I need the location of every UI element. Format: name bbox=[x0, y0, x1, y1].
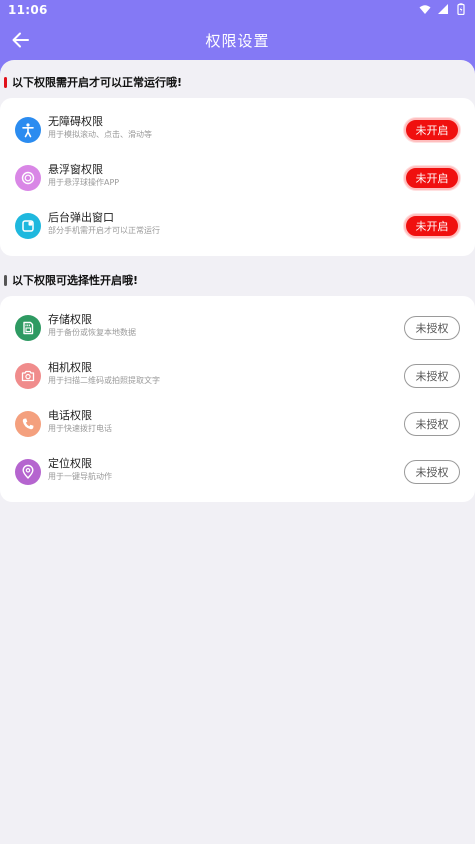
page-body: 以下权限需开启才可以正常运行哦! 无障碍权限 用于模拟滚动、点击、滑动等 未开启 bbox=[0, 60, 475, 844]
row-text: 定位权限 用于一键导航动作 bbox=[48, 456, 112, 483]
permission-description: 用于扫描二维码或拍照提取文字 bbox=[48, 376, 160, 385]
row-text: 后台弹出窗口 部分手机需开启才可以正常运行 bbox=[48, 210, 160, 237]
location-icon bbox=[15, 459, 41, 485]
permission-title: 电话权限 bbox=[48, 409, 92, 422]
permission-description: 用于模拟滚动、点击、滑动等 bbox=[48, 130, 152, 139]
enable-accessibility-button[interactable]: 未开启 bbox=[404, 118, 460, 142]
row-text: 无障碍权限 用于模拟滚动、点击、滑动等 bbox=[48, 114, 152, 141]
required-section-title: 以下权限需开启才可以正常运行哦! bbox=[12, 76, 183, 89]
floating-window-icon bbox=[15, 165, 41, 191]
background-popup-icon bbox=[15, 213, 41, 239]
phone-icon bbox=[15, 411, 41, 437]
authorize-phone-button[interactable]: 未授权 bbox=[404, 412, 460, 436]
list-item-background-popup: 后台弹出窗口 部分手机需开启才可以正常运行 未开启 bbox=[0, 202, 475, 250]
permission-description: 用于备份或恢复本地数据 bbox=[48, 328, 136, 337]
authorize-camera-button[interactable]: 未授权 bbox=[404, 364, 460, 388]
list-item-storage: 存储权限 用于备份或恢复本地数据 未授权 bbox=[0, 304, 475, 352]
enable-background-popup-button[interactable]: 未开启 bbox=[404, 214, 460, 238]
required-section-header: 以下权限需开启才可以正常运行哦! bbox=[4, 75, 182, 89]
list-item-location: 定位权限 用于一键导航动作 未授权 bbox=[0, 448, 475, 496]
status-icons bbox=[419, 3, 467, 15]
required-permissions-card: 无障碍权限 用于模拟滚动、点击、滑动等 未开启 悬浮窗权限 用于悬浮球操作APP… bbox=[0, 98, 475, 256]
permission-title: 后台弹出窗口 bbox=[48, 211, 114, 224]
list-item-accessibility: 无障碍权限 用于模拟滚动、点击、滑动等 未开启 bbox=[0, 106, 475, 154]
list-item-phone: 电话权限 用于快速拨打电话 未授权 bbox=[0, 400, 475, 448]
wifi-icon bbox=[419, 5, 431, 14]
page-title: 权限设置 bbox=[205, 32, 270, 50]
list-item-camera: 相机权限 用于扫描二维码或拍照提取文字 未授权 bbox=[0, 352, 475, 400]
list-item-floating-window: 悬浮窗权限 用于悬浮球操作APP 未开启 bbox=[0, 154, 475, 202]
signal-icon bbox=[438, 4, 448, 14]
battery-icon bbox=[457, 3, 465, 15]
row-text: 电话权限 用于快速拨打电话 bbox=[48, 408, 112, 435]
section-marker bbox=[4, 274, 7, 286]
optional-section-header: 以下权限可选择性开启哦! bbox=[4, 273, 138, 287]
permission-title: 相机权限 bbox=[48, 361, 92, 374]
camera-icon bbox=[15, 363, 41, 389]
storage-icon bbox=[15, 315, 41, 341]
optional-permissions-card: 存储权限 用于备份或恢复本地数据 未授权 相机权限 用于扫描二维码或拍照提取文字… bbox=[0, 296, 475, 502]
authorize-storage-button[interactable]: 未授权 bbox=[404, 316, 460, 340]
permission-title: 无障碍权限 bbox=[48, 115, 103, 128]
permission-title: 存储权限 bbox=[48, 313, 92, 326]
row-text: 相机权限 用于扫描二维码或拍照提取文字 bbox=[48, 360, 160, 387]
permission-title: 定位权限 bbox=[48, 457, 92, 470]
row-text: 存储权限 用于备份或恢复本地数据 bbox=[48, 312, 136, 339]
permission-description: 部分手机需开启才可以正常运行 bbox=[48, 226, 160, 235]
permission-description: 用于一键导航动作 bbox=[48, 472, 112, 481]
optional-section-title: 以下权限可选择性开启哦! bbox=[12, 274, 139, 287]
enable-floating-window-button[interactable]: 未开启 bbox=[404, 166, 460, 190]
permission-description: 用于快速拨打电话 bbox=[48, 424, 112, 433]
accessibility-icon bbox=[15, 117, 41, 143]
status-time: 11:06 bbox=[8, 3, 48, 17]
permission-title: 悬浮窗权限 bbox=[48, 163, 103, 176]
authorize-location-button[interactable]: 未授权 bbox=[404, 460, 460, 484]
row-text: 悬浮窗权限 用于悬浮球操作APP bbox=[48, 162, 119, 189]
status-bar: 11:06 bbox=[0, 0, 475, 22]
nav-bar: 权限设置 bbox=[0, 22, 475, 58]
permission-description: 用于悬浮球操作APP bbox=[48, 178, 120, 187]
section-marker bbox=[4, 76, 7, 88]
